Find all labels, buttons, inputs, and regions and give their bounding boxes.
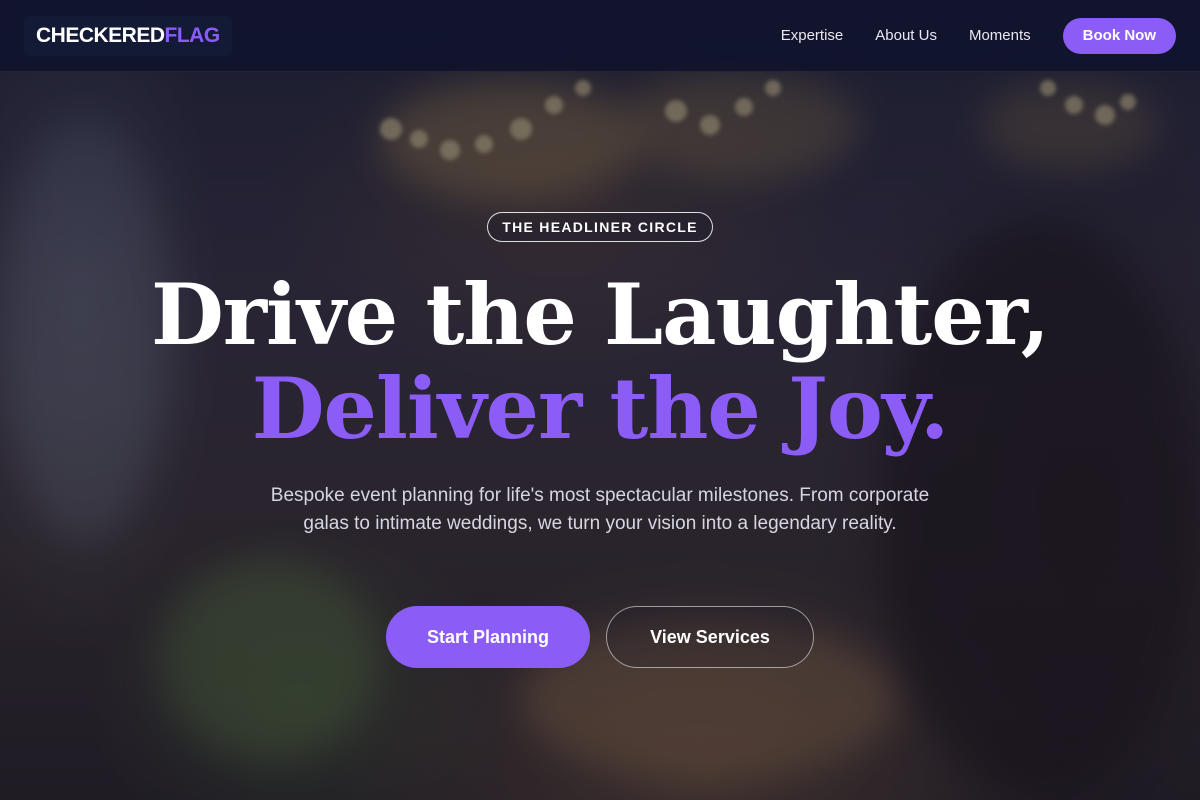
logo-text-primary: CHECKERED — [36, 23, 165, 47]
start-planning-button[interactable]: Start Planning — [386, 606, 590, 668]
top-navbar: CHECKERED FLAG Expertise About Us Moments… — [0, 0, 1200, 72]
nav-link-expertise[interactable]: Expertise — [781, 27, 844, 44]
hero-subtext: Bespoke event planning for life's most s… — [270, 485, 930, 534]
book-now-button[interactable]: Book Now — [1062, 17, 1176, 54]
nav-link-about-us[interactable]: About Us — [875, 27, 937, 44]
hero-headline: Drive the Laughter, Deliver the Joy. — [0, 268, 1200, 456]
headline-line-1: Drive the Laughter, — [150, 265, 1050, 364]
view-services-button[interactable]: View Services — [606, 606, 814, 668]
headliner-badge: THE HEADLINER CIRCLE — [487, 212, 713, 242]
headline-line-2: Deliver the Joy. — [251, 359, 950, 458]
nav-links: Expertise About Us Moments Book Now — [749, 17, 1176, 54]
hero-section: THE HEADLINER CIRCLE Drive the Laughter,… — [0, 72, 1200, 800]
nav-link-moments[interactable]: Moments — [969, 27, 1031, 44]
cta-row: Start Planning View Services — [0, 606, 1200, 668]
logo-text-accent: FLAG — [164, 23, 221, 47]
brand-logo[interactable]: CHECKERED FLAG — [24, 15, 232, 56]
